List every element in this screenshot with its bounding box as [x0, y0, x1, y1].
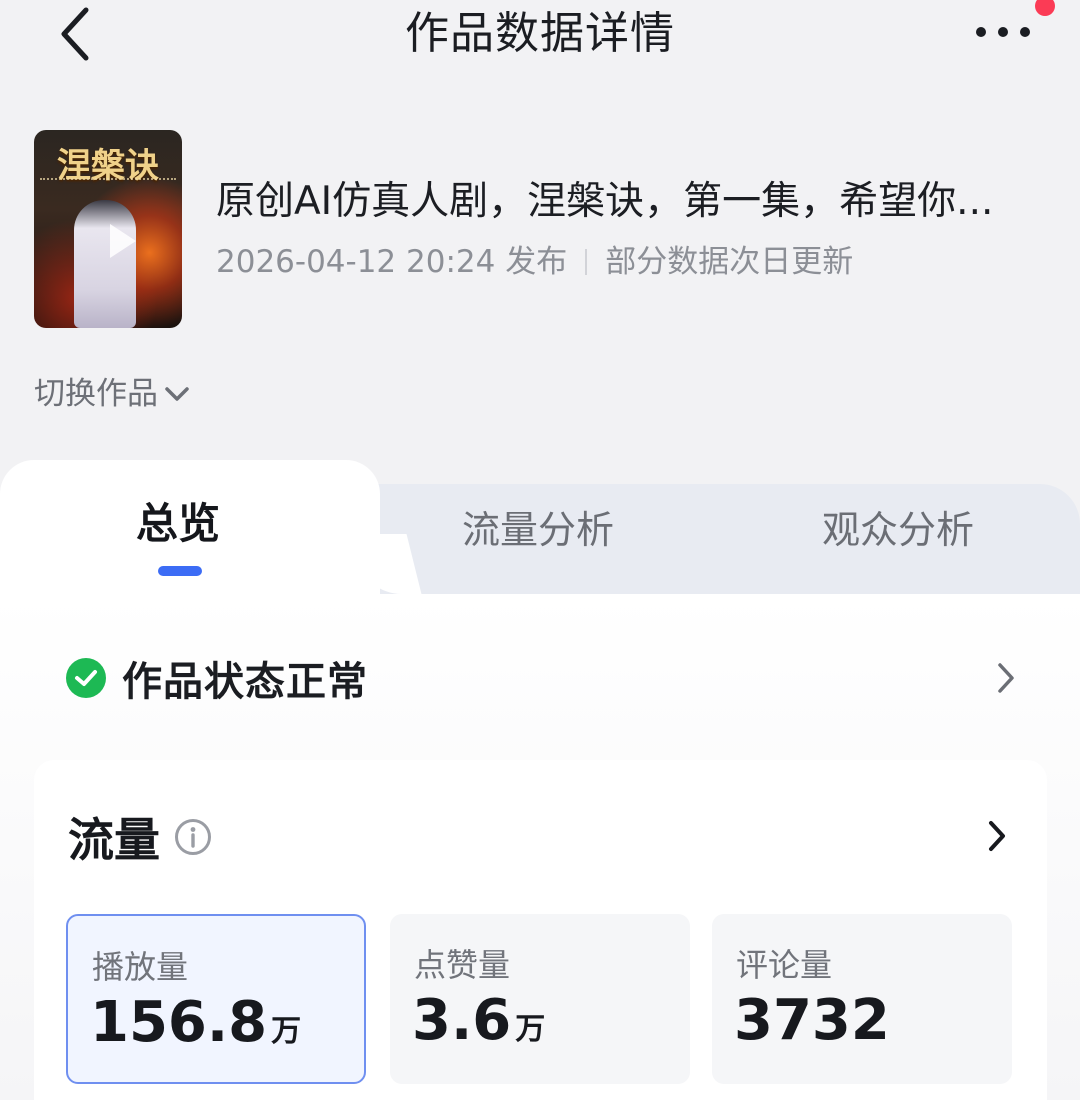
- video-title: 原创AI仿真人剧，涅槃诀，第一集，希望你...: [216, 179, 994, 224]
- metric-like-count[interactable]: 点赞量 3.6 万: [390, 914, 690, 1084]
- more-dots-icon: [976, 27, 1030, 37]
- cover-subtitle-decoration: [40, 178, 176, 184]
- cover-figure: [74, 200, 136, 328]
- page: 作品数据详情 涅槃诀 原创AI仿真人剧，涅槃诀，第一集，希望你... 2026-…: [0, 0, 1080, 1100]
- switch-work-button[interactable]: 切换作品: [34, 372, 190, 416]
- traffic-card: 流量 播放量 156.8 万 点赞量 3.6 万 评论量 3732: [34, 760, 1047, 1100]
- more-button[interactable]: [970, 12, 1036, 52]
- metric-value: 156.8 万: [90, 990, 301, 1055]
- info-icon[interactable]: [174, 818, 212, 856]
- metric-label: 评论量: [736, 946, 833, 984]
- update-note: 部分数据次日更新: [605, 244, 854, 280]
- tab-traffic-analysis[interactable]: 流量分析: [462, 500, 614, 560]
- metric-number: 3732: [734, 988, 890, 1053]
- chevron-down-icon: [165, 387, 189, 401]
- play-icon: [110, 224, 136, 258]
- work-status-text: 作品状态正常: [122, 659, 368, 705]
- tab-audience-analysis[interactable]: 观众分析: [822, 500, 974, 560]
- tab-overview[interactable]: 总览: [136, 494, 220, 554]
- work-status-row[interactable]: 作品状态正常: [66, 648, 1016, 708]
- active-tab-indicator: [158, 566, 202, 576]
- video-meta: 2026-04-12 20:24 发布 部分数据次日更新: [216, 240, 853, 284]
- metric-label: 播放量: [92, 948, 189, 986]
- metric-value: 3732: [734, 988, 894, 1053]
- switch-work-label: 切换作品: [34, 376, 158, 412]
- traffic-detail-chevron-icon[interactable]: [987, 820, 1007, 852]
- publish-time: 2026-04-12 20:24 发布: [216, 244, 568, 280]
- metric-number: 3.6: [412, 988, 512, 1053]
- chevron-right-icon: [998, 663, 1014, 693]
- metric-number: 156.8: [90, 990, 268, 1055]
- traffic-title: 流量: [68, 813, 160, 867]
- metric-value: 3.6 万: [412, 988, 545, 1053]
- metric-unit: 万: [271, 1014, 302, 1049]
- metric-comment-count[interactable]: 评论量 3732: [712, 914, 1012, 1084]
- metric-unit: 万: [515, 1012, 546, 1047]
- meta-divider: [585, 249, 588, 275]
- page-title: 作品数据详情: [405, 8, 675, 59]
- check-circle-icon: [66, 658, 106, 698]
- metric-label: 点赞量: [414, 946, 511, 984]
- metric-play-count[interactable]: 播放量 156.8 万: [66, 914, 366, 1084]
- video-cover[interactable]: 涅槃诀: [34, 130, 182, 328]
